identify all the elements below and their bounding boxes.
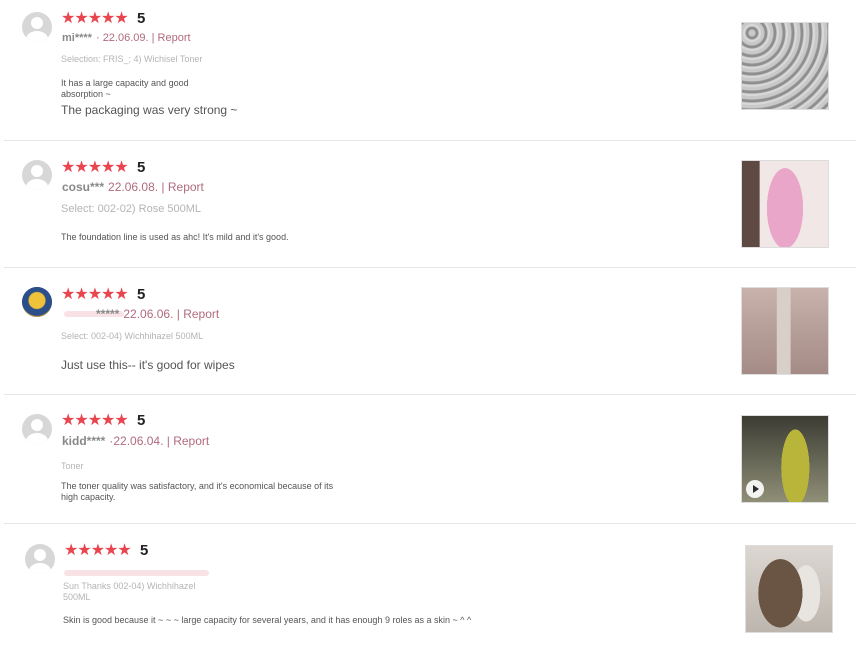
avatar[interactable] <box>22 287 52 317</box>
product-selection: Sun Thanks 002-04) Wichhihazel 500ML <box>63 581 196 602</box>
review-item: ★★★★★ 5 mi**** · 22.06.09. | Report Selec… <box>0 0 860 140</box>
rating-score: 5 <box>137 10 146 27</box>
review-item: ★★★★★ 5 cosu*** 22.06.08. | Report Select… <box>0 141 860 267</box>
product-selection: Select: 002-02) Rose 500ML <box>61 203 202 215</box>
product-selection: Selection: FRIS_; 4) Wichisel Toner <box>61 54 203 64</box>
play-icon[interactable] <box>746 480 764 498</box>
review-date: 22.06.06. <box>123 307 174 321</box>
report-link[interactable]: | Report <box>161 180 203 194</box>
review-photo[interactable] <box>741 22 829 110</box>
review-photo[interactable] <box>741 160 829 248</box>
reviewer-name: kidd**** <box>62 434 106 448</box>
review-item: ★★★★★ 5 ***** 22.06.06. | Report Select: … <box>0 268 860 394</box>
report-link[interactable]: | Report <box>152 32 191 44</box>
rating-stars: ★★★★★ <box>61 10 129 27</box>
review-text-large: The packaging was very strong ~ <box>61 103 238 117</box>
review-photo[interactable] <box>745 545 833 633</box>
rating-stars: ★★★★★ <box>61 286 129 303</box>
reviewer-name: cosu*** <box>62 180 105 194</box>
review-video-thumbnail[interactable] <box>741 415 829 503</box>
masked-text <box>64 570 209 576</box>
avatar[interactable] <box>25 544 55 574</box>
review-text: The foundation line is used as ahc! It's… <box>61 232 289 242</box>
review-meta: kidd**** ·22.06.04. | Report <box>62 434 209 448</box>
product-selection: Select: 002-04) Wichhihazel 500ML <box>61 331 204 341</box>
review-text: It has a large capacity and good absorpt… <box>61 78 189 99</box>
avatar[interactable] <box>22 12 52 42</box>
report-link[interactable]: | Report <box>177 307 219 321</box>
review-meta: ***** 22.06.06. | Report <box>96 307 219 321</box>
review-item: ★★★★★ 5 Sun Thanks 002-04) Wichhihazel 5… <box>0 524 860 672</box>
report-link[interactable]: | Report <box>167 434 209 448</box>
rating-stars: ★★★★★ <box>64 542 132 559</box>
rating-stars: ★★★★★ <box>61 412 129 429</box>
review-meta: mi**** · 22.06.09. | Report <box>62 31 191 45</box>
rating-stars: ★★★★★ <box>61 159 129 176</box>
review-text: Skin is good because it ~ ~ ~ large capa… <box>63 615 472 625</box>
review-text: The toner quality was satisfactory, and … <box>61 481 334 502</box>
review-date: · 22.06.09. <box>95 32 149 44</box>
avatar[interactable] <box>22 414 52 444</box>
rating-score: 5 <box>137 286 146 303</box>
product-selection: Toner <box>61 461 84 471</box>
rating-score: 5 <box>137 159 146 176</box>
avatar[interactable] <box>22 160 52 190</box>
review-item: ★★★★★ 5 kidd**** ·22.06.04. | Report Tone… <box>0 395 860 523</box>
review-date: 22.06.08. <box>108 180 159 194</box>
review-photo[interactable] <box>741 287 829 375</box>
rating-score: 5 <box>137 412 146 429</box>
review-text-large: Just use this-- it's good for wipes <box>61 358 235 372</box>
reviewer-name: mi**** <box>62 32 92 44</box>
review-date: ·22.06.04. <box>109 434 164 448</box>
review-meta: cosu*** 22.06.08. | Report <box>62 180 204 194</box>
rating-score: 5 <box>140 542 149 559</box>
reviewer-name: ***** <box>96 307 120 321</box>
